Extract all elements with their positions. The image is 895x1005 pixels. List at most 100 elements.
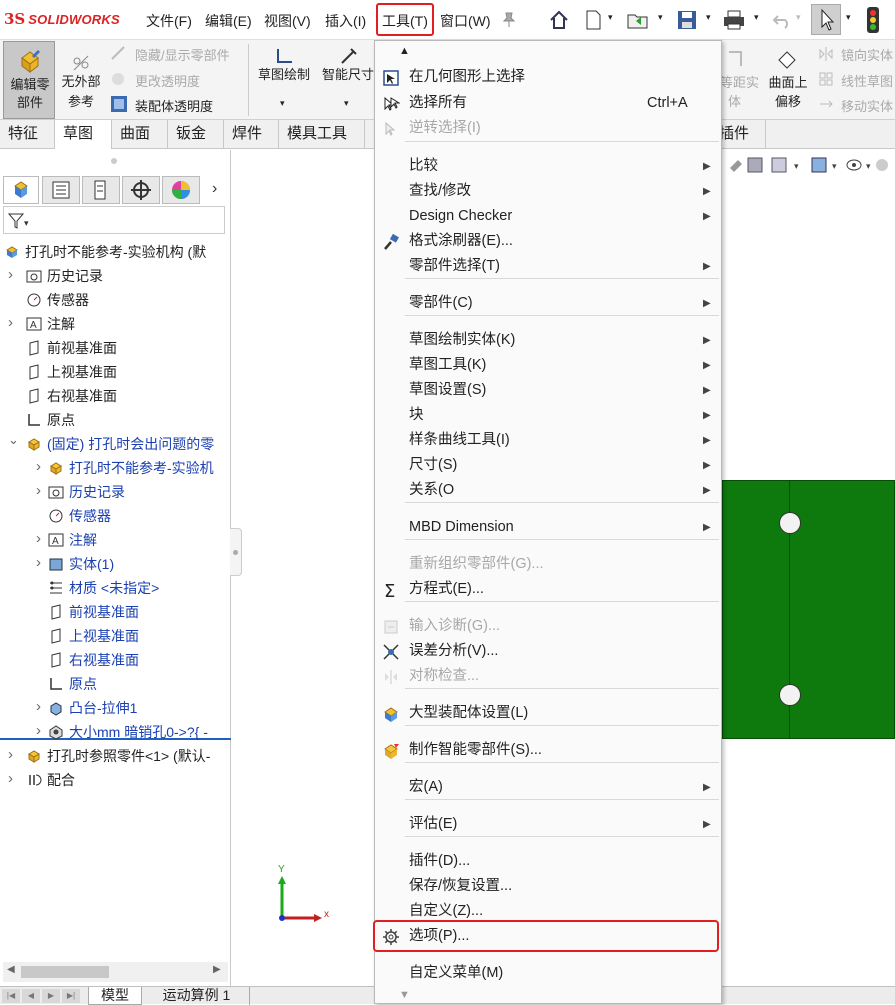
menu-item-17[interactable]: 重新组织零部件(G)... — [375, 552, 721, 577]
tree-row[interactable]: › 配合 — [0, 768, 231, 792]
dowel-hole-bottom[interactable] — [779, 684, 801, 706]
tab-navigation-arrows[interactable]: |◀ ◀ ▶ ▶| — [2, 989, 82, 1003]
assembly-transparency-button[interactable]: 装配体透明度 — [135, 96, 213, 115]
menu-item-8[interactable]: 零部件(C) ▶ — [375, 291, 721, 316]
tab-display-manager[interactable] — [162, 176, 200, 204]
options-menu-item[interactable]: 选项(P)... — [375, 924, 721, 949]
tree-row[interactable]: › 大小mm 暗销孔0->?{ - — [0, 720, 231, 744]
edit-component-button[interactable]: 编辑零 部件 — [3, 41, 55, 119]
offset-on-surface-label-1[interactable]: 曲面上 — [764, 74, 812, 92]
sketch-button[interactable]: 草图绘制 — [254, 66, 314, 84]
tree-row[interactable]: 原点 — [0, 672, 231, 696]
tree-row[interactable]: 打孔时不能参考-实验机构 (默 — [0, 240, 231, 264]
menu-item-7[interactable]: 零部件选择(T) ▶ — [375, 254, 721, 279]
menu-item-4[interactable]: 查找/修改 ▶ — [375, 179, 721, 204]
menu-item-6[interactable]: 格式涂刷器(E)... — [375, 229, 721, 254]
expand-arrow-icon[interactable]: › — [8, 312, 13, 334]
mirror-entities-button[interactable]: 镜向实体 — [841, 45, 893, 64]
menu-item-12[interactable]: 块 ▶ — [375, 403, 721, 428]
print-icon[interactable] — [722, 9, 746, 31]
menu-scroll-down-icon[interactable]: ▼ — [399, 989, 410, 1001]
menu-file[interactable]: 文件(F) — [146, 11, 192, 31]
tree-row[interactable]: 前视基准面 — [0, 336, 231, 360]
tab-surfaces[interactable]: 曲面 — [112, 120, 168, 149]
select-tool-button[interactable] — [811, 4, 841, 35]
menu-item-13[interactable]: 样条曲线工具(I) ▶ — [375, 428, 721, 453]
scroll-thumb[interactable] — [21, 966, 109, 978]
green-part-body[interactable] — [722, 480, 895, 739]
menu-item-22[interactable]: 大型装配体设置(L) — [375, 701, 721, 726]
save-dropdown-icon[interactable]: ▾ — [706, 12, 711, 23]
menu-item-24[interactable]: 宏(A) ▶ — [375, 775, 721, 800]
open-folder-icon[interactable] — [626, 9, 650, 31]
tab-sketch[interactable]: 草图 — [55, 120, 112, 149]
tree-row[interactable]: 原点 — [0, 408, 231, 432]
panel-collapse-handle[interactable] — [230, 528, 242, 576]
menu-item-20[interactable]: 误差分析(V)... — [375, 639, 721, 664]
panel-tabs-more-icon[interactable]: › — [212, 180, 217, 198]
prev-tab-icon[interactable]: ◀ — [22, 989, 40, 1003]
menu-item-10[interactable]: 草图工具(K) ▶ — [375, 353, 721, 378]
tree-row[interactable]: 材质 <未指定> — [0, 576, 231, 600]
menu-window[interactable]: 窗口(W) — [440, 11, 491, 31]
scroll-left-icon[interactable]: ◀ — [7, 964, 15, 975]
expand-arrow-icon[interactable]: › — [8, 744, 13, 766]
menu-item-9[interactable]: 草图绘制实体(K) ▶ — [375, 328, 721, 353]
tab-model[interactable]: 模型 — [88, 987, 142, 1005]
tree-row[interactable]: 上视基准面 — [0, 624, 231, 648]
undo-icon[interactable] — [772, 10, 792, 30]
tree-row[interactable]: 右视基准面 — [0, 648, 231, 672]
menu-edit[interactable]: 编辑(E) — [205, 11, 252, 31]
change-transparency-button[interactable]: 更改透明度 — [135, 71, 200, 90]
first-tab-icon[interactable]: |◀ — [2, 989, 20, 1003]
menu-item-15[interactable]: 关系(O ▶ — [375, 478, 721, 503]
select-dropdown-icon[interactable]: ▾ — [846, 12, 851, 23]
panel-grip[interactable] — [111, 158, 117, 164]
tree-row[interactable]: › 历史记录 — [0, 264, 231, 288]
linear-pattern-button[interactable]: 线性草图 — [841, 71, 893, 90]
expand-arrow-icon[interactable]: › — [36, 528, 41, 550]
tree-row[interactable]: 右视基准面 — [0, 384, 231, 408]
tree-row[interactable]: › 实体(1) — [0, 552, 231, 576]
expand-arrow-icon[interactable]: › — [36, 456, 41, 478]
horizontal-scrollbar[interactable]: ◀ ▶ — [3, 962, 228, 982]
no-external-refs-button[interactable]: 无外部 参考 — [57, 41, 105, 119]
home-icon[interactable] — [548, 9, 570, 31]
menu-item-21[interactable]: 对称检查... — [375, 664, 721, 689]
expand-arrow-icon[interactable]: › — [8, 264, 13, 286]
tree-row[interactable]: › 打孔时不能参考-实验机 — [0, 456, 231, 480]
collapse-arrow-icon[interactable]: ⌄ — [8, 432, 19, 452]
menu-view[interactable]: 视图(V) — [264, 11, 311, 31]
tab-features[interactable]: 特征 — [0, 120, 55, 149]
tree-row[interactable]: › A 注解 — [0, 312, 231, 336]
menu-scroll-up-icon[interactable]: ▲ — [399, 45, 410, 57]
dowel-hole-top[interactable] — [779, 512, 801, 534]
traffic-light-icon[interactable] — [866, 6, 880, 34]
menu-item-19[interactable]: 输入诊断(G)... — [375, 614, 721, 639]
pin-icon[interactable] — [502, 12, 516, 28]
tree-row[interactable]: ⌄ (固定) 打孔时会出问题的零 — [0, 432, 231, 456]
menu-item-14[interactable]: 尺寸(S) ▶ — [375, 453, 721, 478]
tree-row[interactable]: 前视基准面 — [0, 600, 231, 624]
offset-entities-label-1[interactable]: 等距实 — [720, 74, 760, 92]
expand-arrow-icon[interactable]: › — [36, 696, 41, 718]
menu-item-5[interactable]: Design Checker ▶ — [375, 204, 721, 229]
expand-arrow-icon[interactable]: › — [8, 768, 13, 790]
save-icon[interactable] — [676, 9, 698, 31]
menu-tools[interactable]: 工具(T) — [382, 11, 428, 31]
last-tab-icon[interactable]: ▶| — [62, 989, 80, 1003]
tree-row[interactable]: › A 注解 — [0, 528, 231, 552]
menu-item-27[interactable]: 保存/恢复设置... — [375, 874, 721, 899]
move-entities-button[interactable]: 移动实体 — [841, 96, 893, 115]
menu-item-30[interactable]: 自定义菜单(M) — [375, 961, 721, 986]
menu-item-11[interactable]: 草图设置(S) ▶ — [375, 378, 721, 403]
tab-motion-study-1[interactable]: 运动算例 1 — [144, 987, 250, 1005]
tab-feature-manager[interactable] — [3, 176, 39, 204]
tab-configuration-manager[interactable] — [82, 176, 120, 204]
expand-arrow-icon[interactable]: › — [36, 552, 41, 574]
print-dropdown-icon[interactable]: ▾ — [754, 12, 759, 23]
undo-dropdown-icon[interactable]: ▾ — [796, 12, 801, 23]
tree-row[interactable]: › 凸台-拉伸1 — [0, 696, 231, 720]
tab-mold-tools[interactable]: 模具工具 — [279, 120, 365, 149]
tree-row[interactable]: 传感器 — [0, 504, 231, 528]
